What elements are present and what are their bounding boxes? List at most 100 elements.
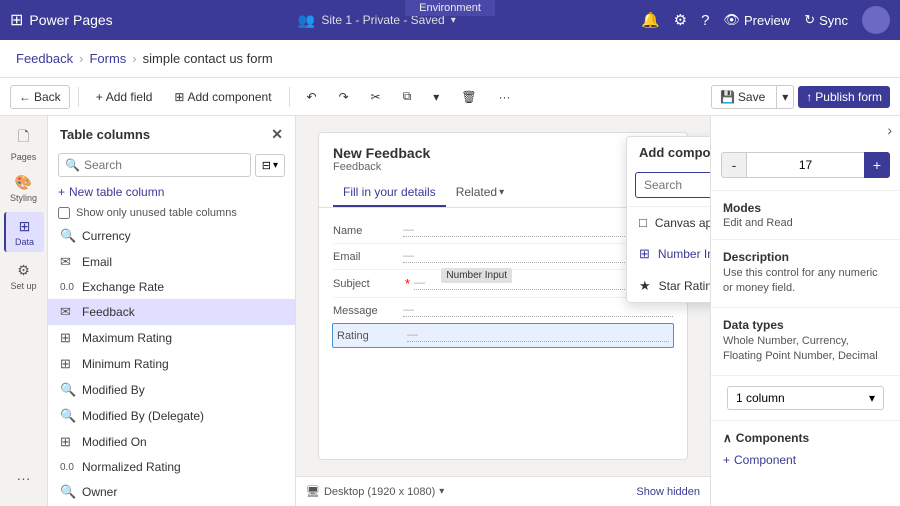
column-item-modified-delegate[interactable]: 🔍 Modified By (Delegate) xyxy=(48,403,295,429)
show-hidden-button[interactable]: Show hidden xyxy=(636,486,700,498)
modes-title: Modes xyxy=(723,201,888,215)
env-label: Environment xyxy=(405,0,495,16)
breadcrumb-part2[interactable]: Forms xyxy=(89,51,126,66)
collapse-area: › xyxy=(711,116,900,144)
collapse-button[interactable]: › xyxy=(887,122,892,138)
add-component-title: Add component xyxy=(627,137,710,164)
top-nav: ⊞ Power Pages 👥 Site 1 - Private - Saved… xyxy=(0,0,900,40)
rp-divider1 xyxy=(711,190,900,191)
save-button[interactable]: 💾 Save xyxy=(712,86,773,108)
component-icon: ⊞ xyxy=(174,90,184,104)
number-display: 17 xyxy=(747,152,864,178)
column-item-owner[interactable]: 🔍 Owner xyxy=(48,479,295,505)
field-rating[interactable]: Rating — xyxy=(332,323,674,348)
unused-label: Show only unused table columns xyxy=(76,207,237,219)
column-list: 🔍 Currency ✉ Email 0.0 Exchange Rate ✉ F… xyxy=(48,223,295,506)
device-label: Desktop (1920 x 1080) xyxy=(324,486,435,498)
search-row: 🔍 ⊟ ▾ xyxy=(48,149,295,181)
email-icon: ✉ xyxy=(60,254,76,270)
bell-icon[interactable]: 🔔 xyxy=(641,11,660,29)
owner-icon: 🔍 xyxy=(60,484,76,500)
more-copy-button[interactable]: ▾ xyxy=(424,85,448,109)
add-component-button[interactable]: ⊞ Add component xyxy=(165,85,280,109)
preview-button[interactable]: 👁 Preview xyxy=(723,12,790,28)
toolbar-sep2 xyxy=(289,87,290,107)
overflow-button[interactable]: ··· xyxy=(490,85,520,109)
column-label-modified-delegate: Modified By (Delegate) xyxy=(82,409,204,423)
help-icon[interactable]: ? xyxy=(701,12,709,29)
right-panel: › - 17 + Modes Edit and Read Description… xyxy=(710,116,900,506)
sidebar-item-styling[interactable]: 🎨 Styling xyxy=(4,168,44,208)
more-icon: ··· xyxy=(17,470,31,486)
save-group: 💾 Save ▾ xyxy=(711,85,794,109)
add-field-button[interactable]: + Add field xyxy=(87,85,162,109)
sidebar-item-setup[interactable]: ⚙ Set up xyxy=(4,256,44,296)
filter-button[interactable]: ⊟ ▾ xyxy=(255,154,285,177)
app-logo: ⊞ Power Pages xyxy=(10,10,113,30)
tab-fill[interactable]: Fill in your details xyxy=(333,179,446,207)
breadcrumb-part1[interactable]: Feedback xyxy=(16,51,73,66)
cut-button[interactable]: ✂ xyxy=(362,85,390,109)
number-minus-button[interactable]: - xyxy=(721,152,747,178)
mod-by-icon: 🔍 xyxy=(60,382,76,398)
sidebar-item-more[interactable]: ··· xyxy=(4,458,44,498)
sidebar-item-pages[interactable]: 🗋 Pages xyxy=(4,124,44,164)
publish-icon: ↑ xyxy=(806,90,812,104)
left-nav: 🗋 Pages 🎨 Styling ⊞ Data ⚙ Set up ··· xyxy=(0,116,48,506)
field-email: Email — xyxy=(333,244,673,270)
add-component-rp-label: Component xyxy=(734,453,796,467)
publish-button[interactable]: ↑ Publish form xyxy=(798,86,890,108)
column-label-modified-by: Modified By xyxy=(82,383,145,397)
column-dropdown-area: 1 column ▾ xyxy=(711,380,900,416)
column-item-exchange[interactable]: 0.0 Exchange Rate xyxy=(48,275,295,299)
sidebar-item-data[interactable]: ⊞ Data xyxy=(4,212,44,252)
avatar[interactable] xyxy=(862,6,890,34)
column-item-max-rating[interactable]: ⊞ Maximum Rating xyxy=(48,325,295,351)
rp-divider3 xyxy=(711,307,900,308)
rp-divider4 xyxy=(711,375,900,376)
tab-related[interactable]: Related ▾ xyxy=(446,179,514,207)
back-button[interactable]: ← Back xyxy=(10,85,70,109)
chevron-down-icon[interactable]: ▾ xyxy=(451,15,456,26)
column-item-normalized[interactable]: 0.0 Normalized Rating xyxy=(48,455,295,479)
column-item-email[interactable]: ✉ Email xyxy=(48,249,295,275)
add-component-rp-button[interactable]: + Component xyxy=(723,451,888,469)
user-group-icon: 👥 xyxy=(298,12,315,29)
dropdown-chevron: ▾ xyxy=(869,391,875,405)
components-section: ∧ Components + Component xyxy=(711,425,900,475)
column-dropdown[interactable]: 1 column ▾ xyxy=(727,386,884,410)
copy-button[interactable]: ⧉ xyxy=(394,84,421,109)
column-label-feedback: Feedback xyxy=(82,305,135,319)
sidebar-label-pages: Pages xyxy=(11,152,37,162)
gear-icon[interactable]: ⚙ xyxy=(674,11,687,29)
components-header[interactable]: ∧ Components xyxy=(723,431,888,445)
add-component-panel: Add component □ Canvas app ⊞ Number Inpu… xyxy=(626,136,710,303)
device-chevron[interactable]: ▾ xyxy=(439,486,444,497)
delete-button[interactable]: 🗑 xyxy=(452,85,485,109)
unused-checkbox[interactable] xyxy=(58,207,70,219)
close-panel-button[interactable]: ✕ xyxy=(271,126,283,143)
column-item-modified-by[interactable]: 🔍 Modified By xyxy=(48,377,295,403)
column-item-currency[interactable]: 🔍 Currency xyxy=(48,223,295,249)
column-item-modified-on[interactable]: ⊞ Modified On xyxy=(48,429,295,455)
filter-icon: ⊟ xyxy=(262,159,271,172)
search-input[interactable] xyxy=(84,158,244,172)
ac-item-number[interactable]: ⊞ Number Input xyxy=(627,238,710,270)
redo-button[interactable]: ↷ xyxy=(330,85,358,109)
column-item-feedback[interactable]: ✉ Feedback xyxy=(48,299,295,325)
sync-button[interactable]: ↻ Sync xyxy=(804,12,848,28)
add-column-button[interactable]: + New table column xyxy=(48,181,295,203)
ac-item-canvas[interactable]: □ Canvas app xyxy=(627,207,710,238)
currency-icon: 🔍 xyxy=(60,228,76,244)
column-item-min-rating[interactable]: ⊞ Minimum Rating xyxy=(48,351,295,377)
column-label-modified-on: Modified On xyxy=(82,435,147,449)
ac-item-star[interactable]: ★ Star Rating xyxy=(627,270,710,302)
save-dropdown-button[interactable]: ▾ xyxy=(776,86,793,108)
number-plus-button[interactable]: + xyxy=(864,152,890,178)
column-label-max: Maximum Rating xyxy=(82,331,172,345)
number-icon: 0.0 xyxy=(60,282,76,293)
undo-button[interactable]: ↶ xyxy=(298,85,326,109)
column-label-currency: Currency xyxy=(82,229,131,243)
ac-search-input[interactable] xyxy=(635,172,710,198)
column-label-exchange: Exchange Rate xyxy=(82,280,164,294)
